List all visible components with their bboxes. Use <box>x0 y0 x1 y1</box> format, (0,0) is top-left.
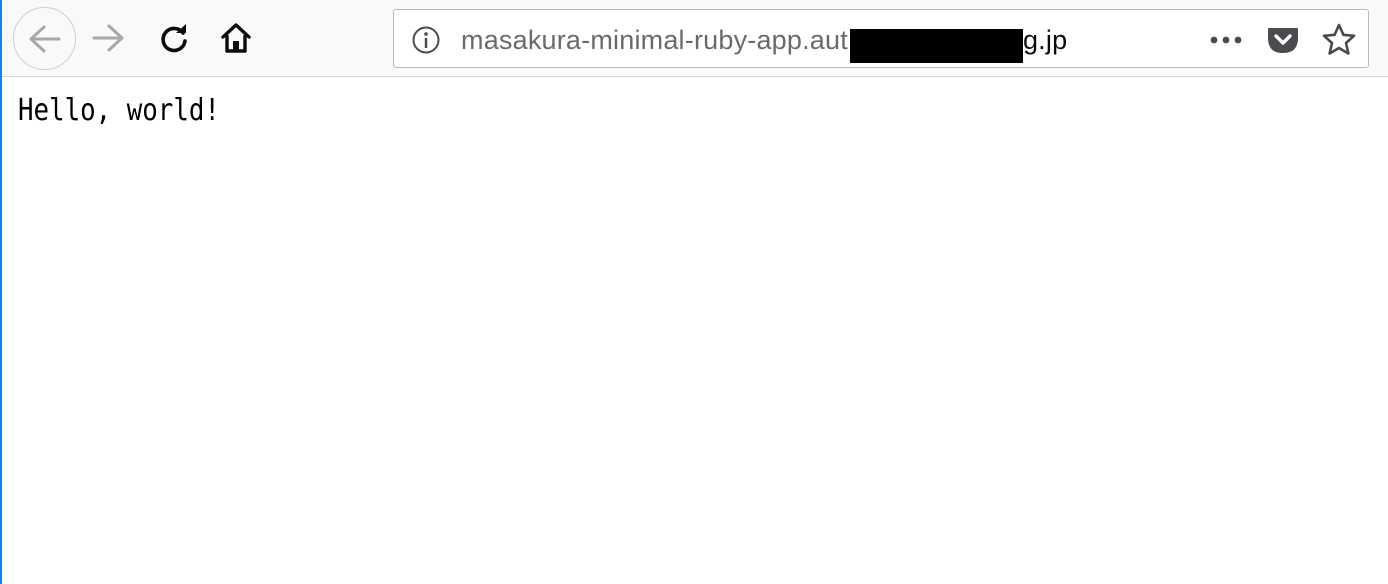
navigation-toolbar: masakura-minimal-ruby-app.aut g.jp <box>0 0 1388 77</box>
ellipsis-icon[interactable] <box>1206 24 1246 56</box>
url-bar[interactable]: masakura-minimal-ruby-app.aut g.jp <box>393 9 1369 68</box>
redaction-box <box>850 29 1023 63</box>
home-button[interactable] <box>212 14 260 62</box>
page-content: Hello, world! <box>2 77 1388 584</box>
pocket-icon[interactable] <box>1266 23 1300 57</box>
browser-window: masakura-minimal-ruby-app.aut g.jp Hello… <box>0 0 1388 584</box>
arrow-right-icon <box>92 24 124 52</box>
home-icon <box>221 23 251 53</box>
star-icon[interactable] <box>1321 22 1357 58</box>
info-icon[interactable] <box>410 24 442 56</box>
reload-button[interactable] <box>150 14 198 62</box>
back-button[interactable] <box>13 7 76 70</box>
arrow-left-icon <box>29 25 60 52</box>
url-host-end: g.jp <box>1022 25 1068 55</box>
reload-icon <box>161 24 187 53</box>
forward-button[interactable] <box>84 14 132 62</box>
page-body-text: Hello, world! <box>18 93 220 128</box>
url-host: masakura-minimal-ruby-app.aut <box>461 25 848 55</box>
